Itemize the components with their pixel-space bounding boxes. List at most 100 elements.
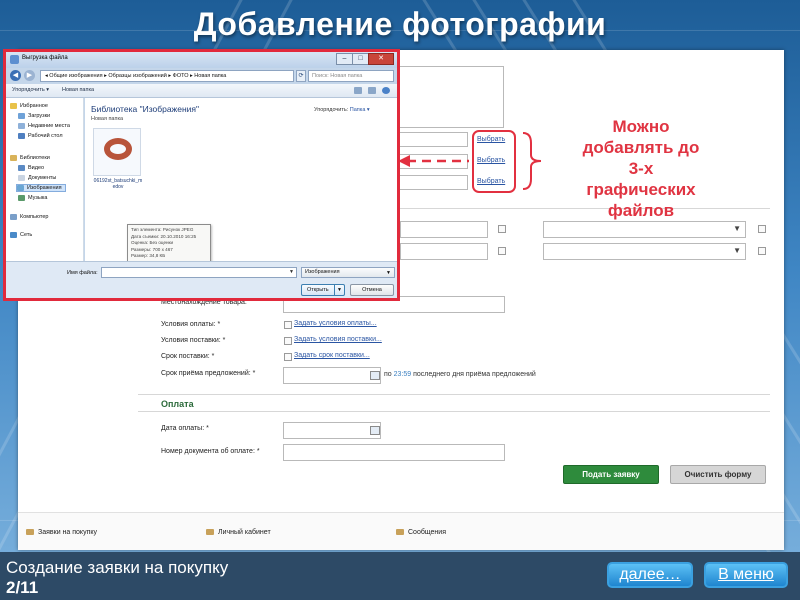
deadline-note: по 23:59 последнего дня приёма предложен… xyxy=(384,371,536,378)
calendar-icon[interactable] xyxy=(370,426,380,435)
page-footer: Заявки на покупку Личный кабинет Сообщен… xyxy=(18,512,784,550)
library-title: Библиотека "Изображения" xyxy=(91,104,200,114)
payment-terms-checkbox[interactable] xyxy=(284,321,292,329)
file-type-select[interactable]: Изображения ▼ xyxy=(301,267,395,278)
dialog-footer: Имя файла: ▼ Изображения ▼ Открыть ▼ Отмен… xyxy=(6,261,397,298)
cart-icon xyxy=(26,529,34,535)
calendar-icon[interactable] xyxy=(370,371,380,380)
footer-cabinet-link[interactable]: Личный кабинет xyxy=(206,529,271,536)
deadline-label: Срок приёма предложений: * xyxy=(161,370,256,377)
libraries-icon xyxy=(10,155,17,161)
chevron-down-icon[interactable]: ▼ xyxy=(334,285,344,295)
submit-request-button[interactable]: Подать заявку xyxy=(563,465,659,484)
music-icon xyxy=(18,195,25,201)
preview-pane-icon[interactable] xyxy=(368,87,376,94)
divider xyxy=(138,411,770,412)
menu-button[interactable]: В меню xyxy=(704,562,788,588)
open-button[interactable]: Открыть ▼ xyxy=(301,284,345,296)
window-icon xyxy=(10,55,19,64)
nav-downloads[interactable]: Загрузки xyxy=(18,113,50,119)
address-field[interactable]: ◂ Общие изображения ▸ Образцы изображени… xyxy=(40,70,294,82)
chevron-down-icon: ▼ xyxy=(386,270,391,276)
recent-places-icon xyxy=(18,123,25,129)
close-icon[interactable]: ✕ xyxy=(368,53,394,65)
organize-button[interactable]: Упорядочить ▾ xyxy=(12,87,49,93)
downloads-icon xyxy=(18,113,25,119)
footer-messages-link[interactable]: Сообщения xyxy=(396,529,446,536)
delivery-time-link[interactable]: Задать срок поставки... xyxy=(294,352,370,359)
minimize-icon[interactable]: – xyxy=(336,53,353,65)
payment-date-input[interactable] xyxy=(283,422,381,439)
file-name[interactable]: 06192st_batsuchki_medov xyxy=(93,178,143,190)
desktop-icon xyxy=(18,133,25,139)
window-controls: – □ ✕ xyxy=(336,53,394,65)
delivery-terms-label: Условия поставки: * xyxy=(161,337,226,344)
chevron-down-icon: ▼ xyxy=(733,246,741,255)
checkbox[interactable] xyxy=(758,225,766,233)
new-folder-button[interactable]: Новая папка xyxy=(62,87,94,93)
image-thumbnail-icon xyxy=(104,138,132,160)
payment-date-label: Дата оплаты: * xyxy=(161,425,209,432)
arrange-by[interactable]: Упорядочить: Папка ▾ xyxy=(314,107,370,113)
envelope-icon xyxy=(396,529,404,535)
help-icon[interactable] xyxy=(382,87,390,94)
nav-images[interactable]: Изображения xyxy=(16,184,66,192)
chevron-down-icon: ▼ xyxy=(289,269,294,275)
file-name-input[interactable]: ▼ xyxy=(101,267,297,278)
checkbox[interactable] xyxy=(498,247,506,255)
refresh-icon[interactable]: ⟳ xyxy=(296,70,306,82)
nav-documents[interactable]: Документы xyxy=(18,175,56,181)
nav-recent[interactable]: Недавние места xyxy=(18,123,70,129)
address-bar: ◀ ▶ ◂ Общие изображения ▸ Образцы изобра… xyxy=(6,68,397,84)
clear-form-button[interactable]: Очистить форму xyxy=(670,465,766,484)
payment-doc-label: Номер документа об оплате: * xyxy=(161,448,260,455)
select-field[interactable]: ▼ xyxy=(543,243,746,260)
dialog-title: Выгрузка файла xyxy=(22,55,68,61)
payment-section-title: Оплата xyxy=(161,399,194,409)
text-field[interactable] xyxy=(400,243,488,260)
cancel-button[interactable]: Отмена xyxy=(350,284,394,296)
footer-purchase-requests-link[interactable]: Заявки на покупку xyxy=(26,529,97,536)
star-icon xyxy=(10,103,17,109)
nav-video[interactable]: Видео xyxy=(18,165,44,171)
video-icon xyxy=(18,165,25,171)
delivery-terms-link[interactable]: Задать условия поставки... xyxy=(294,336,382,343)
chevron-down-icon: ▼ xyxy=(733,224,741,233)
deadline-date-input[interactable] xyxy=(283,367,381,384)
delivery-time-label: Срок поставки: * xyxy=(161,353,215,360)
text-field[interactable] xyxy=(400,221,488,238)
callout-arrow xyxy=(398,132,542,190)
computer-icon xyxy=(10,214,17,220)
nav-computer[interactable]: Компьютер xyxy=(10,214,48,220)
search-input[interactable]: Поиск: Новая папка xyxy=(308,70,394,82)
back-icon[interactable]: ◀ xyxy=(10,70,21,81)
maximize-icon[interactable]: □ xyxy=(352,53,369,65)
network-icon xyxy=(10,232,17,238)
checkbox[interactable] xyxy=(498,225,506,233)
slide-caption: Создание заявки на покупку 2/11 xyxy=(6,558,229,597)
delivery-terms-checkbox[interactable] xyxy=(284,337,292,345)
user-icon xyxy=(206,529,214,535)
checkbox[interactable] xyxy=(758,247,766,255)
next-button[interactable]: далее… xyxy=(607,562,693,588)
payment-terms-label: Условия оплаты: * xyxy=(161,321,221,328)
nav-favorites[interactable]: Избранное xyxy=(10,103,48,109)
nav-music[interactable]: Музыка xyxy=(18,195,47,201)
payment-terms-link[interactable]: Задать условия оплаты... xyxy=(294,320,377,327)
file-thumbnail[interactable] xyxy=(93,128,141,176)
forward-icon[interactable]: ▶ xyxy=(24,70,35,81)
slide-title: Добавление фотографии xyxy=(193,6,607,42)
dialog-titlebar: Выгрузка файла – □ ✕ xyxy=(6,52,397,68)
delivery-time-checkbox[interactable] xyxy=(284,353,292,361)
navigation-pane: Избранное Загрузки Недавние места Рабочи… xyxy=(6,98,84,261)
nav-desktop[interactable]: Рабочий стол xyxy=(18,133,63,139)
nav-libraries[interactable]: Библиотеки xyxy=(10,155,50,161)
documents-icon xyxy=(18,175,25,181)
nav-network[interactable]: Сеть xyxy=(10,232,32,238)
view-icon[interactable] xyxy=(354,87,362,94)
library-subtitle: Новая папка xyxy=(91,116,124,122)
file-name-label: Имя файла: xyxy=(67,270,98,276)
select-field[interactable]: ▼ xyxy=(543,221,746,238)
payment-doc-input[interactable] xyxy=(283,444,505,461)
callout-text: Можно добавлять до 3-х графических файло… xyxy=(582,117,700,220)
